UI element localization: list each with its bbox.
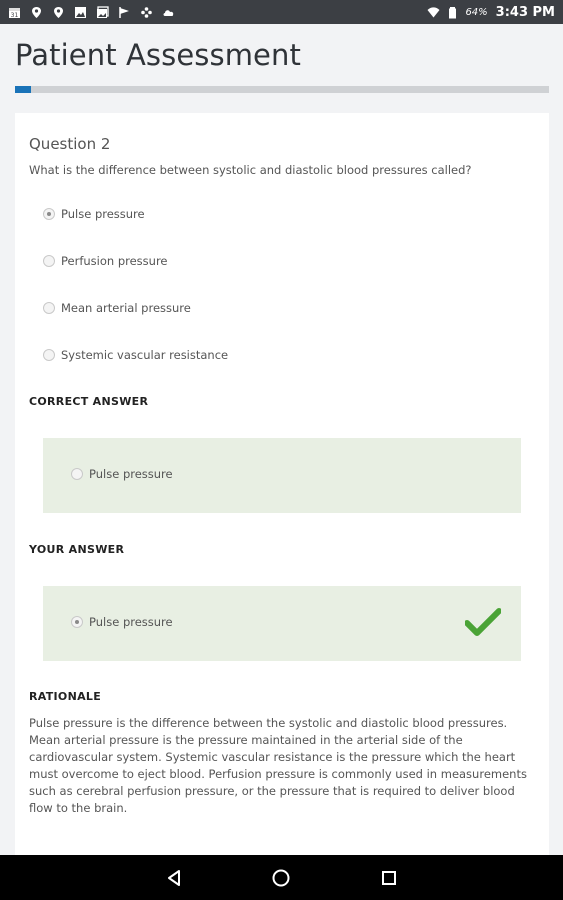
radio-button [71, 616, 83, 628]
progress-bar-fill [15, 86, 32, 93]
wifi-icon [427, 6, 440, 19]
question-card: Question 2 What is the difference betwee… [15, 113, 549, 873]
radio-button[interactable] [43, 349, 55, 361]
correct-answer-option: Pulse pressure [71, 467, 173, 481]
question-text: What is the difference between systolic … [29, 163, 472, 177]
your-answer-heading: YOUR ANSWER [29, 543, 125, 556]
location-icon [30, 6, 43, 19]
home-icon[interactable] [269, 866, 293, 890]
progress-bar [15, 86, 549, 93]
clock: 3:43 PM [495, 4, 555, 20]
option-label: Pulse pressure [61, 207, 145, 221]
notification-icons: 31 [8, 5, 175, 19]
correct-answer-heading: CORRECT ANSWER [29, 395, 149, 408]
dots-icon [140, 6, 153, 19]
system-status: 64% 3:43 PM [427, 5, 555, 20]
option-label: Systemic vascular resistance [61, 348, 229, 362]
svg-text:31: 31 [11, 12, 19, 19]
option-label: Mean arterial pressure [61, 301, 191, 315]
battery-icon [446, 6, 459, 19]
option-perfusion-pressure[interactable]: Perfusion pressure [43, 254, 168, 268]
back-icon[interactable] [162, 866, 186, 890]
rationale-heading: RATIONALE [29, 690, 102, 703]
status-bar: 31 64% 3:43 PM [0, 0, 563, 24]
radio-button[interactable] [43, 208, 55, 220]
option-label: Perfusion pressure [61, 254, 168, 268]
radio-button [71, 468, 83, 480]
option-mean-arterial-pressure[interactable]: Mean arterial pressure [43, 301, 191, 315]
option-label: Pulse pressure [89, 467, 173, 481]
rationale-text: Pulse pressure is the difference between… [29, 716, 527, 815]
location-icon [52, 6, 65, 19]
option-pulse-pressure[interactable]: Pulse pressure [43, 207, 145, 221]
recents-icon[interactable] [377, 866, 401, 890]
radio-button[interactable] [43, 302, 55, 314]
your-answer-option: Pulse pressure [71, 615, 173, 629]
your-answer-box: Pulse pressure [43, 586, 521, 661]
image-icon [74, 6, 87, 19]
page-title: Patient Assessment [15, 38, 301, 72]
cloud-icon [162, 6, 175, 19]
calendar-icon: 31 [8, 6, 21, 19]
flag-icon [118, 6, 131, 19]
gallery-icon [96, 5, 109, 19]
correct-answer-box: Pulse pressure [43, 438, 521, 513]
checkmark-icon [465, 608, 501, 636]
radio-button[interactable] [43, 255, 55, 267]
battery-percent: 64% [465, 6, 488, 18]
option-label: Pulse pressure [89, 615, 173, 629]
question-number: Question 2 [29, 135, 111, 153]
option-systemic-vascular-resistance[interactable]: Systemic vascular resistance [43, 348, 228, 362]
navigation-bar [0, 855, 563, 900]
